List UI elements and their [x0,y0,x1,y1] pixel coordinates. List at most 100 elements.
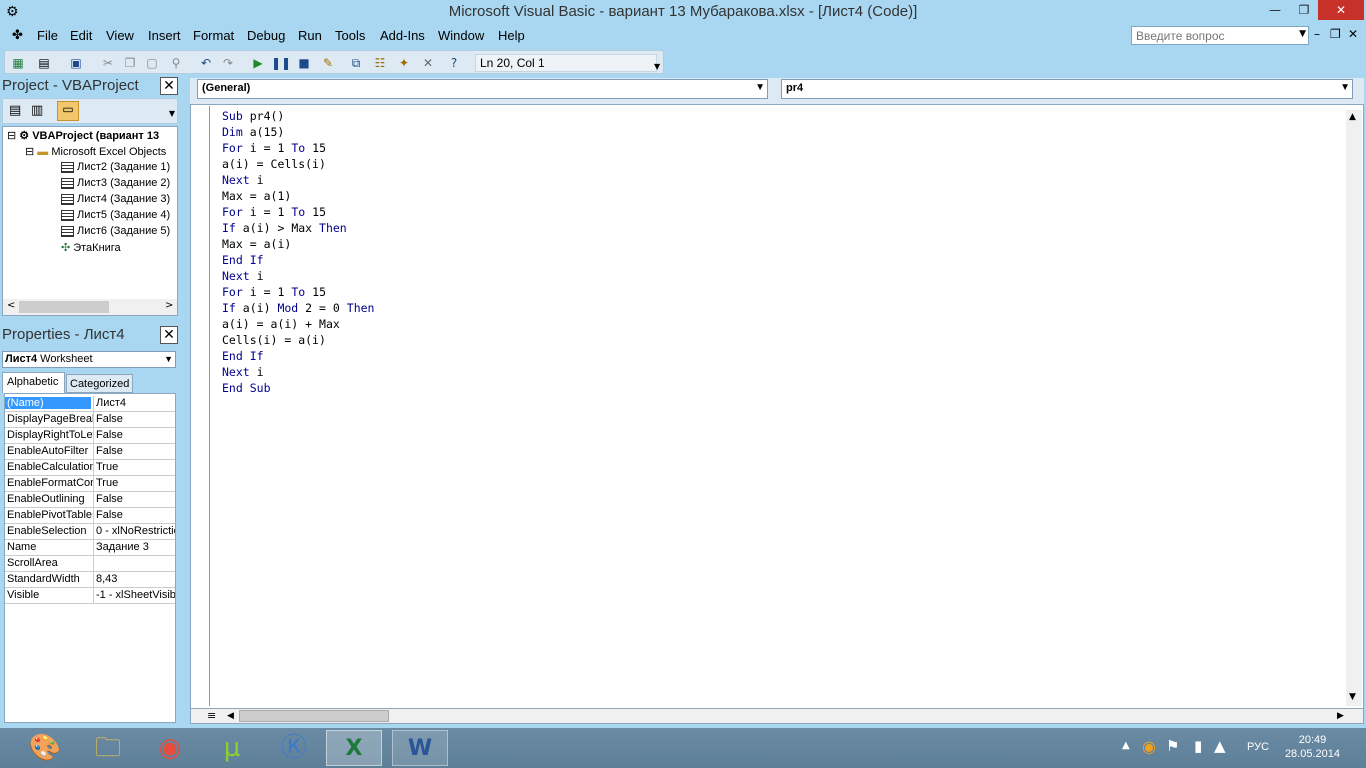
code-line[interactable]: For i = 1 To 15 [222,204,374,220]
property-value[interactable]: True [93,476,175,491]
scroll-thumb[interactable] [239,710,389,722]
code-line[interactable]: Next i [222,268,374,284]
toolbar-options-icon[interactable]: ▼ [169,109,175,118]
mdi-minimize-button[interactable]: – [1314,27,1320,41]
properties-window-icon[interactable]: ☷ [371,54,389,72]
code-vscrollbar[interactable]: ▲ ▼ [1346,110,1362,706]
network-icon[interactable]: ▲ [1214,737,1226,755]
code-line[interactable]: a(i) = Cells(i) [222,156,374,172]
menu-window[interactable]: Window [438,28,484,43]
excel-icon[interactable]: X [326,730,382,766]
tray-app-icon[interactable]: ◉ [1142,737,1156,756]
code-margin[interactable] [192,106,210,706]
project-hscrollbar[interactable]: < > [3,299,177,315]
maximize-button[interactable]: ❐ [1290,0,1318,20]
property-row[interactable]: EnableAutoFilter False [5,444,175,460]
property-value[interactable]: False [93,492,175,507]
menu-tools[interactable]: Tools [335,28,365,43]
clock[interactable]: 20:49 28.05.2014 [1285,733,1340,761]
paint-icon[interactable]: 🎨 [20,730,70,766]
object-select[interactable]: Лист4 Worksheet ▼ [2,351,176,368]
paste-icon[interactable]: ▢ [143,54,161,72]
collapse-icon[interactable]: ⊟ [25,146,34,158]
menu-file[interactable]: File [37,28,58,43]
property-row[interactable]: EnableFormatCon True [5,476,175,492]
menu-format[interactable]: Format [193,28,234,43]
scroll-left-icon[interactable]: < [7,300,15,311]
property-row[interactable]: DisplayRightToLef False [5,428,175,444]
scroll-up-icon[interactable]: ▲ [1349,112,1356,122]
code-line[interactable]: End If [222,348,374,364]
chevron-down-icon[interactable]: ▼ [164,354,173,364]
run-icon[interactable]: ▶ [249,54,267,72]
code-line[interactable]: If a(i) Mod 2 = 0 Then [222,300,374,316]
utorrent-icon[interactable]: µ [207,730,257,766]
code-line[interactable]: For i = 1 To 15 [222,284,374,300]
chrome-icon[interactable]: ◉ [145,730,195,766]
design-mode-icon[interactable]: ✎ [319,54,337,72]
copy-icon[interactable]: ❐ [121,54,139,72]
property-value[interactable]: Лист4 [93,396,175,411]
menu-view[interactable]: View [106,28,134,43]
redo-icon[interactable]: ↷ [219,54,237,72]
language-indicator[interactable]: РУС [1247,741,1269,753]
tree-item[interactable]: ✣ ЭтаКнига [61,241,121,254]
scroll-thumb[interactable] [19,301,109,313]
properties-close-button[interactable]: ✕ [160,326,178,344]
menu-help[interactable]: Help [498,28,525,43]
mdi-close-button[interactable]: ✕ [1348,27,1358,41]
object-combo[interactable]: (General) ▼ [197,79,768,99]
property-value[interactable] [93,556,175,571]
procedure-view-icon[interactable]: ≡ [207,709,216,722]
break-icon[interactable]: ❚❚ [271,54,291,72]
project-explorer-icon[interactable]: ⧉ [347,54,365,72]
property-row[interactable]: EnableSelection 0 - xlNoRestrictio [5,524,175,540]
vba-menu-icon[interactable]: ✤ [12,28,23,43]
help-icon[interactable]: ? [445,54,463,72]
word-icon[interactable]: W [392,730,448,766]
menu-debug[interactable]: Debug [247,28,285,43]
find-icon[interactable]: ⚲ [167,54,185,72]
tree-root[interactable]: ⊟ ⚙ VBAProject (вариант 13 [7,129,159,142]
tree-folder[interactable]: ⊟ ▬ Microsoft Excel Objects [25,145,166,158]
cut-icon[interactable]: ✂ [99,54,117,72]
code-line[interactable]: Max = a(i) [222,236,374,252]
menu-insert[interactable]: Insert [148,28,181,43]
code-hscrollbar[interactable]: ≡ ◀ ▶ [190,708,1364,724]
code-line[interactable]: If a(i) > Max Then [222,220,374,236]
undo-icon[interactable]: ↶ [197,54,215,72]
property-value[interactable]: Задание 3 [93,540,175,555]
close-button[interactable]: ✕ [1318,0,1364,20]
code-line[interactable]: a(i) = a(i) + Max [222,316,374,332]
scroll-right-icon[interactable]: > [165,300,173,311]
code-line[interactable]: Sub pr4() [222,108,374,124]
code-text[interactable]: Sub pr4() Dim a(15) For i = 1 To 15 a(i) = … [222,108,374,396]
property-value[interactable]: False [93,428,175,443]
toolbox-icon[interactable]: ✕ [419,54,437,72]
property-row[interactable]: Visible -1 - xlSheetVisib [5,588,175,604]
action-center-icon[interactable]: ⚑ [1166,737,1179,755]
scroll-down-icon[interactable]: ▼ [1349,692,1356,702]
property-row[interactable]: EnableCalculation True [5,460,175,476]
property-value[interactable]: False [93,508,175,523]
tab-categorized[interactable]: Categorized [66,374,133,393]
tree-item[interactable]: Лист4 (Задание 3) [61,193,170,205]
collapse-icon[interactable]: ⊟ [7,130,16,142]
code-line[interactable]: Cells(i) = a(i) [222,332,374,348]
chevron-down-icon[interactable]: ▼ [1299,29,1306,39]
kmplayer-icon[interactable]: Ⓚ [269,730,319,766]
code-line[interactable]: End Sub [222,380,374,396]
tree-item[interactable]: Лист6 (Задание 5) [61,225,170,237]
object-browser-icon[interactable]: ✦ [395,54,413,72]
property-row[interactable]: Name Задание 3 [5,540,175,556]
tree-item[interactable]: Лист5 (Задание 4) [61,209,170,221]
property-row[interactable]: StandardWidth 8,43 [5,572,175,588]
scroll-left-icon[interactable]: ◀ [227,711,234,721]
property-value[interactable]: True [93,460,175,475]
save-icon[interactable]: ▣ [67,54,85,72]
code-line[interactable]: Max = a(1) [222,188,374,204]
excel-view-icon[interactable]: ▦ [9,54,27,72]
property-row[interactable]: EnableOutlining False [5,492,175,508]
property-value[interactable]: 0 - xlNoRestrictio [93,524,175,539]
help-search-input[interactable] [1132,27,1292,44]
